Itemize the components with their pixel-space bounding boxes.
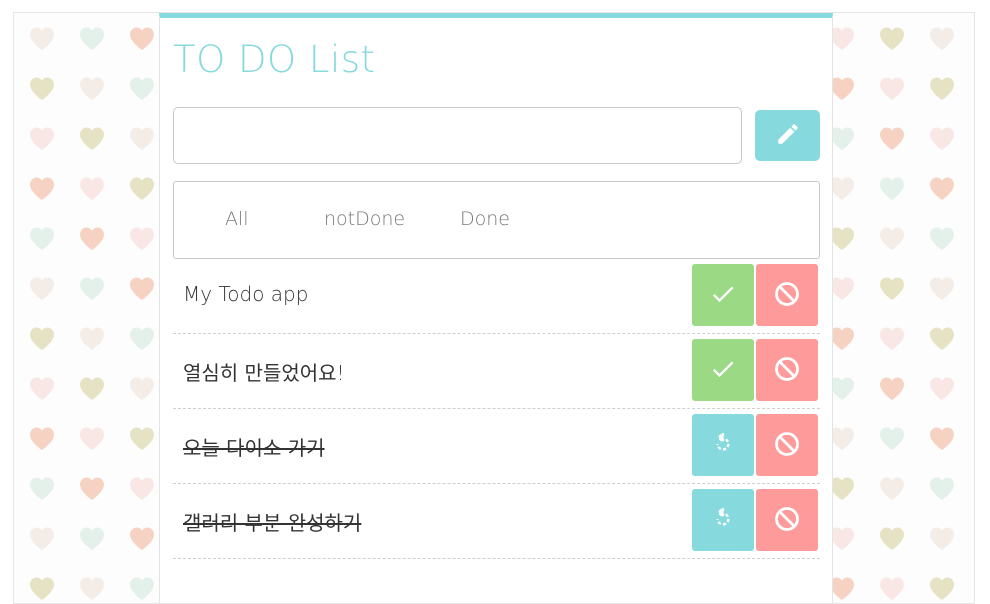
heart-icon <box>128 125 156 153</box>
todo-text: 오늘 다이소 가기 <box>183 436 325 460</box>
block-icon <box>773 505 801 536</box>
heart-icon <box>128 375 156 403</box>
delete-button[interactable] <box>756 414 818 476</box>
heart-icon <box>928 275 956 303</box>
heart-icon <box>78 475 106 503</box>
heart-icon <box>128 25 156 53</box>
heart-icon <box>878 525 906 553</box>
heart-icon <box>78 125 106 153</box>
heart-icon <box>28 225 56 253</box>
check-icon <box>709 280 737 311</box>
todo-text: 열심히 만들었어요! <box>183 361 345 385</box>
restore-icon <box>710 504 736 535</box>
check-icon <box>709 355 737 386</box>
heart-icon <box>128 225 156 253</box>
new-todo-input[interactable] <box>173 107 742 164</box>
heart-icon <box>928 575 956 603</box>
heart-icon <box>928 125 956 153</box>
restore-icon <box>710 429 736 460</box>
heart-icon <box>878 275 906 303</box>
heart-icon <box>928 525 956 553</box>
heart-icon <box>128 425 156 453</box>
heart-icon <box>928 475 956 503</box>
page-title: TO DO List <box>173 38 376 81</box>
heart-icon <box>78 575 106 603</box>
heart-icon <box>78 425 106 453</box>
heart-icon <box>128 275 156 303</box>
heart-icon <box>928 325 956 353</box>
heart-icon <box>128 175 156 203</box>
heart-icon <box>878 75 906 103</box>
pencil-icon <box>775 121 801 150</box>
heart-icon <box>28 375 56 403</box>
heart-icon <box>78 525 106 553</box>
heart-icon <box>28 75 56 103</box>
heart-icon <box>78 375 106 403</box>
block-icon <box>773 355 801 386</box>
heart-icon <box>28 125 56 153</box>
heart-icon <box>28 575 56 603</box>
heart-icon <box>878 575 906 603</box>
heart-icon <box>28 175 56 203</box>
heart-icon <box>878 425 906 453</box>
todo-item: 오늘 다이소 가기 <box>173 409 820 484</box>
heart-icon <box>28 275 56 303</box>
heart-icon <box>128 525 156 553</box>
todo-card: TO DO List All notDone Done My Todo app 열… <box>159 13 833 603</box>
heart-icon <box>928 25 956 53</box>
delete-button[interactable] <box>756 264 818 326</box>
heart-icon <box>78 225 106 253</box>
heart-icon <box>928 375 956 403</box>
heart-icon <box>128 75 156 103</box>
heart-icon <box>928 75 956 103</box>
heart-icon <box>78 25 106 53</box>
heart-icon <box>878 125 906 153</box>
filter-all[interactable]: All <box>225 208 249 230</box>
heart-icon <box>878 325 906 353</box>
todo-item: 갤러리 부분 완성하기 <box>173 484 820 559</box>
heart-icon <box>878 225 906 253</box>
heart-icon <box>878 25 906 53</box>
complete-button[interactable] <box>692 339 754 401</box>
heart-icon <box>928 425 956 453</box>
todo-item: 열심히 만들었어요! <box>173 334 820 409</box>
todo-item: My Todo app <box>173 259 820 334</box>
heart-icon <box>28 425 56 453</box>
heart-icon <box>128 575 156 603</box>
heart-icon <box>28 475 56 503</box>
complete-button[interactable] <box>692 264 754 326</box>
heart-icon <box>928 225 956 253</box>
heart-icon <box>878 475 906 503</box>
heart-icon <box>78 75 106 103</box>
page-background: TO DO List All notDone Done My Todo app 열… <box>13 12 975 604</box>
filter-done[interactable]: Done <box>460 208 510 230</box>
block-icon <box>773 280 801 311</box>
restore-button[interactable] <box>692 489 754 551</box>
add-todo-button[interactable] <box>755 110 820 161</box>
heart-icon <box>78 175 106 203</box>
todo-text: 갤러리 부분 완성하기 <box>183 511 362 535</box>
todo-text: My Todo app <box>183 282 309 306</box>
heart-icon <box>28 325 56 353</box>
block-icon <box>773 430 801 461</box>
heart-icon <box>28 525 56 553</box>
filter-not-done[interactable]: notDone <box>324 208 405 230</box>
delete-button[interactable] <box>756 489 818 551</box>
restore-button[interactable] <box>692 414 754 476</box>
heart-icon <box>928 175 956 203</box>
heart-icon <box>78 275 106 303</box>
filter-bar: All notDone Done <box>173 181 820 259</box>
delete-button[interactable] <box>756 339 818 401</box>
heart-icon <box>878 175 906 203</box>
heart-icon <box>128 325 156 353</box>
heart-icon <box>78 325 106 353</box>
heart-icon <box>878 375 906 403</box>
heart-icon <box>128 475 156 503</box>
heart-icon <box>28 25 56 53</box>
